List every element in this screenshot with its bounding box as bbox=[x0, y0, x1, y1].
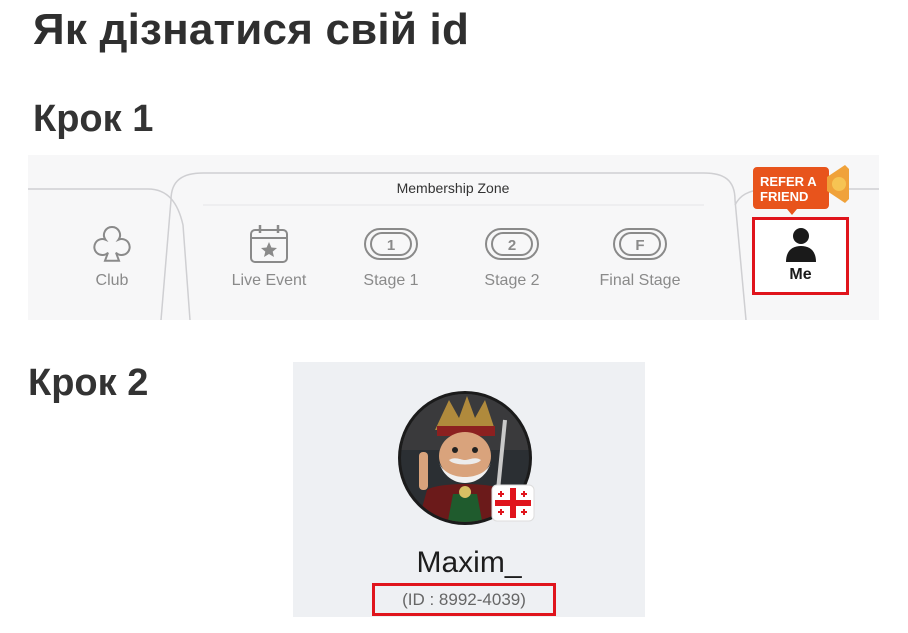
tab-live-event[interactable]: Live Event bbox=[209, 223, 329, 290]
tab-stage-1[interactable]: 1 Stage 1 bbox=[331, 223, 451, 290]
svg-text:1: 1 bbox=[387, 237, 395, 254]
tab-me-label: Me bbox=[789, 266, 812, 283]
stage-1-icon: 1 bbox=[364, 228, 418, 260]
refer-a-friend-badge[interactable]: REFER A FRIEND bbox=[753, 159, 853, 219]
tab-club[interactable]: Club bbox=[52, 223, 172, 290]
tab-live-event-label: Live Event bbox=[231, 272, 307, 289]
membership-zone-label: Membership Zone bbox=[396, 180, 510, 196]
user-id-highlight: (ID : 8992-4039) bbox=[372, 583, 556, 616]
refer-a-friend-icon: REFER A FRIEND bbox=[753, 165, 849, 215]
person-icon bbox=[785, 228, 816, 262]
step-1-heading: Крок 1 bbox=[33, 98, 154, 140]
club-icon bbox=[93, 225, 131, 262]
tab-final-stage-label: Final Stage bbox=[599, 272, 681, 289]
refer-line-1: REFER A bbox=[760, 174, 817, 189]
tab-club-label: Club bbox=[95, 272, 129, 289]
svg-text:2: 2 bbox=[508, 237, 516, 254]
profile-card: Maxim_ (ID : 8992-4039) bbox=[293, 362, 645, 617]
page-title: Як дізнатися свій id bbox=[33, 5, 470, 54]
svg-text:F: F bbox=[635, 237, 644, 254]
georgia-flag-icon bbox=[491, 484, 535, 522]
tab-me[interactable]: Me bbox=[752, 217, 849, 295]
tab-stage-2[interactable]: 2 Stage 2 bbox=[452, 223, 572, 290]
tab-stage-1-label: Stage 1 bbox=[363, 272, 419, 289]
final-stage-icon: F bbox=[613, 228, 667, 260]
username: Maxim_ bbox=[416, 546, 522, 579]
tab-stage-2-label: Stage 2 bbox=[484, 272, 540, 289]
user-id-text: (ID : 8992-4039) bbox=[402, 590, 526, 609]
stage-2-icon: 2 bbox=[485, 228, 539, 260]
tab-final-stage[interactable]: F Final Stage bbox=[580, 223, 700, 290]
step-2-heading: Крок 2 bbox=[28, 362, 149, 404]
calendar-star-icon bbox=[250, 225, 288, 263]
refer-line-2: FRIEND bbox=[760, 189, 808, 204]
tab-bar-screenshot: Membership Zone Club Live Event 1 Stage … bbox=[28, 155, 879, 320]
